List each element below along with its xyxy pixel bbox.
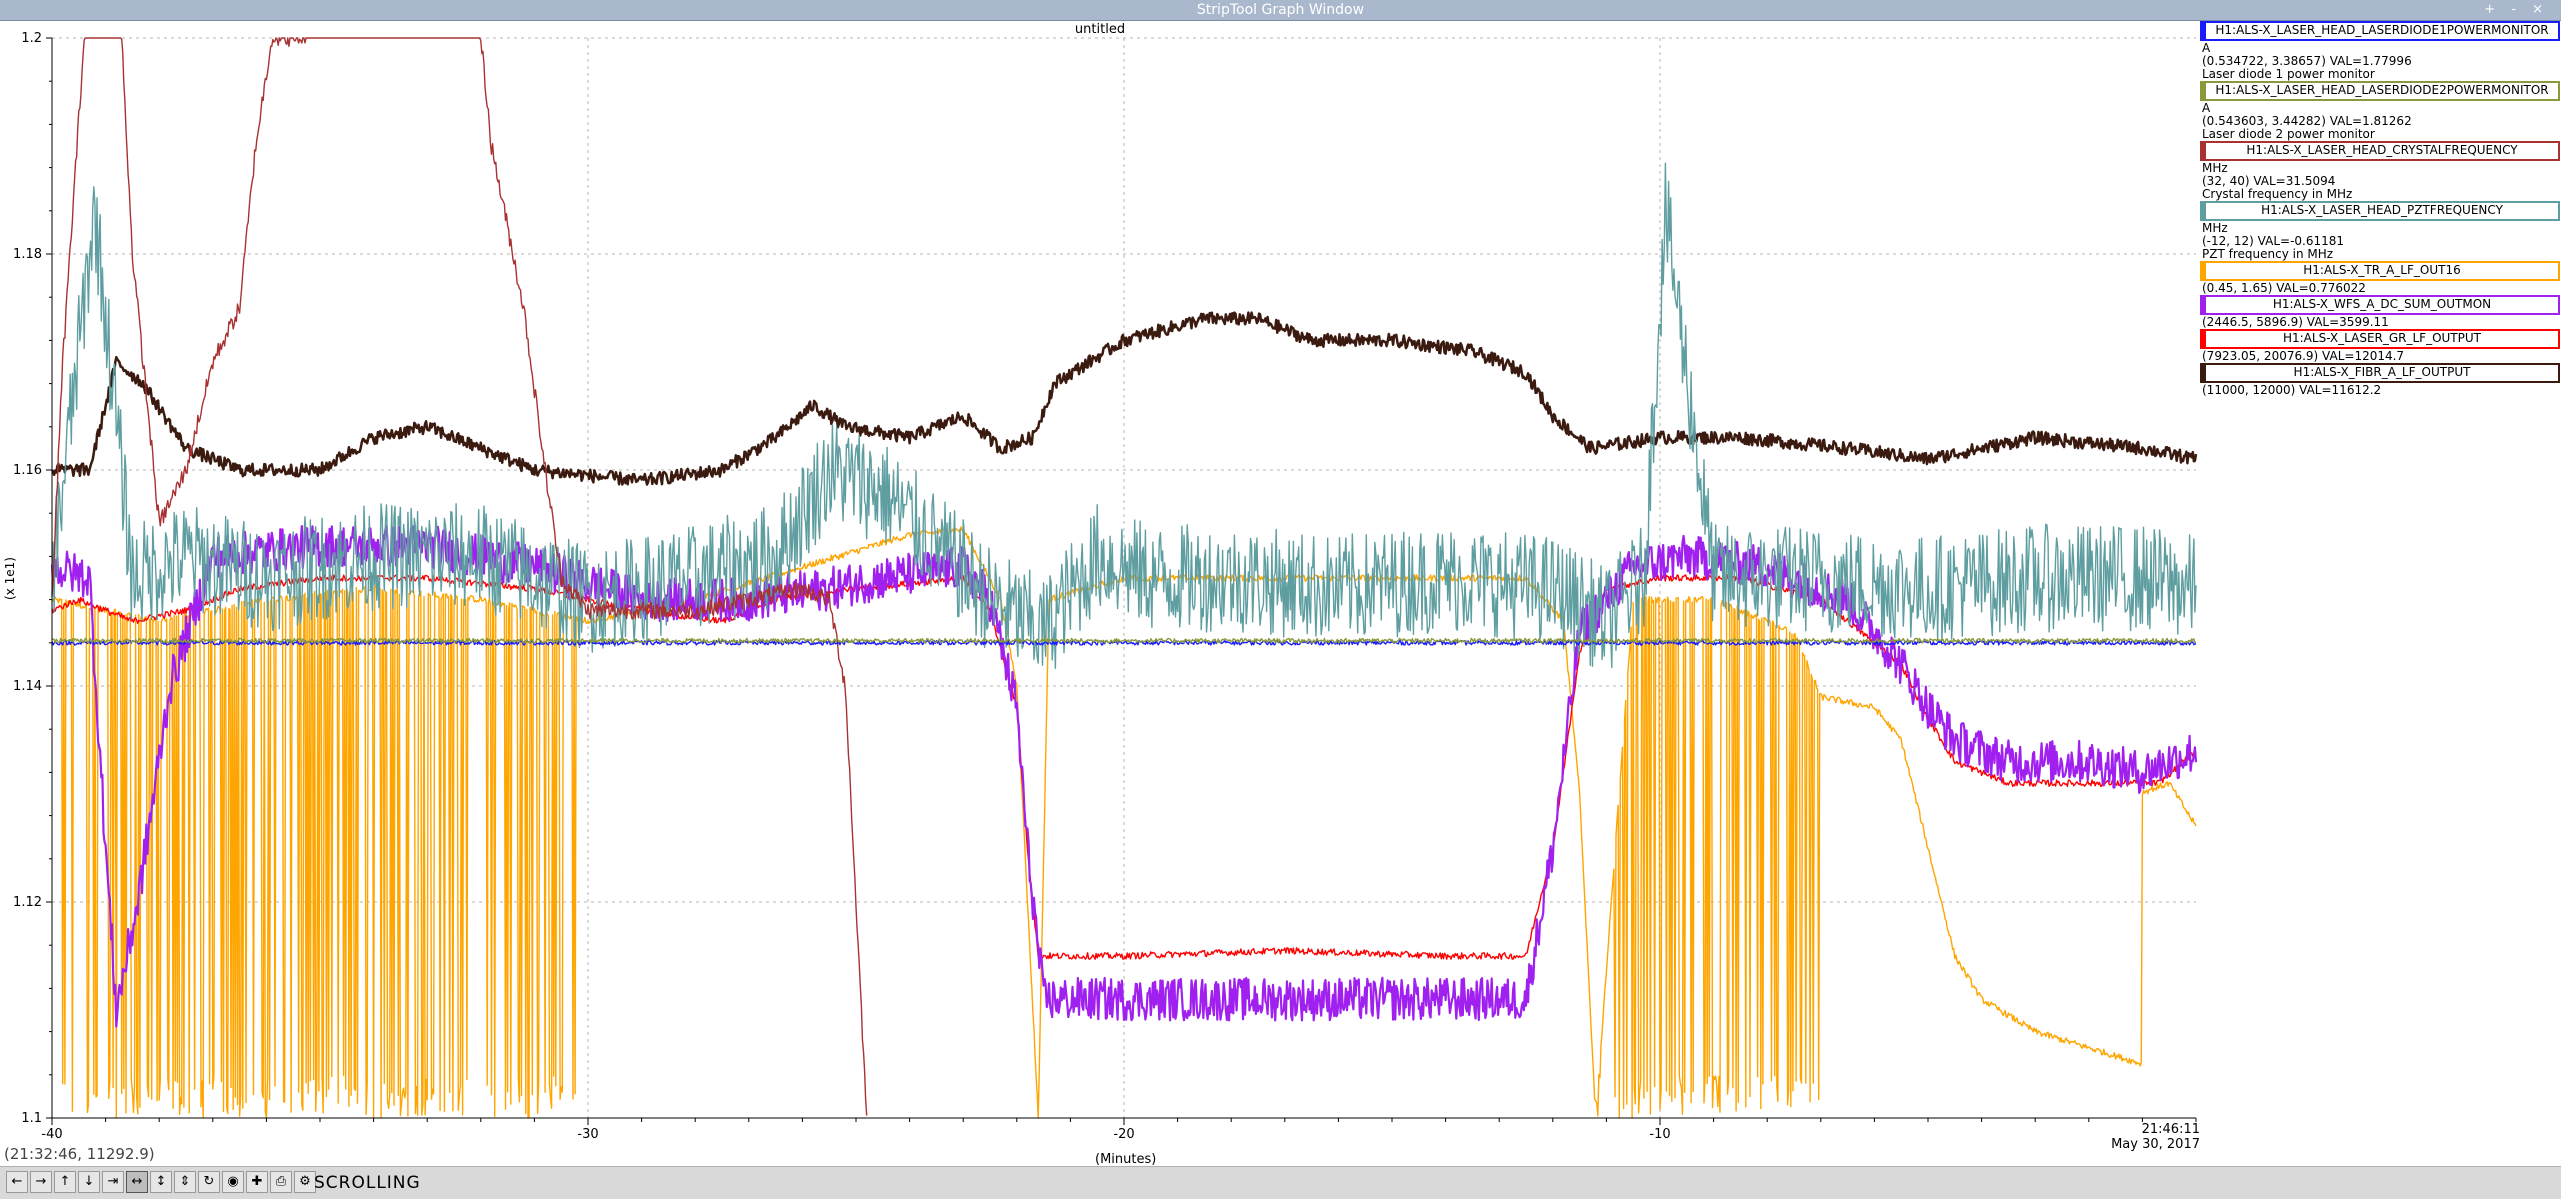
controls-button[interactable]: ⚙ <box>294 1171 316 1193</box>
x-axis-label: (Minutes) <box>1095 1152 1157 1167</box>
legend-entry-header[interactable]: H1:ALS-X_LASER_HEAD_LASERDIODE1POWERMONI… <box>2200 21 2560 41</box>
timestamp-date: May 30, 2017 <box>2111 1137 2200 1152</box>
legend-entry-detail: PZT frequency in MHz <box>2202 247 2334 261</box>
y-axis-label: (x 1e1) <box>3 557 17 600</box>
y-tick-label: 1.14 <box>13 679 42 694</box>
legend-entry-detail: (11000, 12000) VAL=11612.2 <box>2202 383 2382 397</box>
legend-entry-detail: Laser diode 2 power monitor <box>2202 127 2375 141</box>
y-tick-label: 1.1 <box>21 1111 42 1126</box>
zoom-x-in-button[interactable]: ⇥ <box>102 1171 124 1193</box>
pan-down-button[interactable]: ↓ <box>78 1171 100 1193</box>
timestamp: 21:46:11 May 30, 2017 <box>2110 1122 2200 1152</box>
x-tick-label: -20 <box>1113 1127 1134 1142</box>
legend-entry-detail: (7923.05, 20076.9) VAL=12014.7 <box>2202 349 2405 363</box>
legend-entry-detail: Crystal frequency in MHz <box>2202 187 2353 201</box>
print-button[interactable]: ⎙ <box>270 1171 292 1193</box>
legend-entry-header[interactable]: H1:ALS-X_LASER_HEAD_LASERDIODE2POWERMONI… <box>2200 81 2560 101</box>
legend-entry-header[interactable]: H1:ALS-X_LASER_HEAD_PZTFREQUENCY <box>2200 201 2560 221</box>
timestamp-time: 21:46:11 <box>2141 1122 2200 1137</box>
pan-right-button[interactable]: → <box>30 1171 52 1193</box>
window-title: StripTool Graph Window <box>1196 2 1365 18</box>
strip-chart[interactable]: 1.1 1.12 1.14 1.16 1.18 1.2 -40 -30 -20 -10 (x 1e… <box>0 20 2200 1166</box>
auto-scroll-button[interactable]: ◉ <box>222 1171 244 1193</box>
zoom-y-out-button[interactable]: ⇕ <box>174 1171 196 1193</box>
legend-entry-detail: (0.45, 1.65) VAL=0.776022 <box>2202 281 2366 295</box>
pan-up-button[interactable]: ↑ <box>54 1171 76 1193</box>
legend-entry-header[interactable]: H1:ALS-X_TR_A_LF_OUT16 <box>2200 261 2560 281</box>
legend-panel: H1:ALS-X_LASER_HEAD_LASERDIODE1POWERMONI… <box>2200 21 2560 397</box>
x-tick-label: -10 <box>1649 1127 1670 1142</box>
legend-entry-header[interactable]: H1:ALS-X_LASER_GR_LF_OUTPUT <box>2200 329 2560 349</box>
y-tick-label: 1.2 <box>21 31 42 46</box>
y-tick-label: 1.18 <box>13 247 42 262</box>
legend-entry-detail: Laser diode 1 power monitor <box>2202 67 2375 81</box>
legend-entry-header[interactable]: H1:ALS-X_LASER_HEAD_CRYSTALFREQUENCY <box>2200 141 2560 161</box>
window-titlebar: StripTool Graph Window + - × <box>0 0 2561 21</box>
legend-entry-detail: (2446.5, 5896.9) VAL=3599.11 <box>2202 315 2389 329</box>
zoom-y-in-button[interactable]: ↕ <box>150 1171 172 1193</box>
status-text: SCROLLING <box>314 1173 421 1193</box>
y-tick-label: 1.12 <box>13 895 42 910</box>
zoom-x-out-button[interactable]: ↔ <box>126 1171 148 1193</box>
pan-left-button[interactable]: ← <box>6 1171 28 1193</box>
coordinate-readout: (21:32:46, 11292.9) <box>4 1145 155 1163</box>
add-button[interactable]: ✚ <box>246 1171 268 1193</box>
refresh-button[interactable]: ↻ <box>198 1171 220 1193</box>
window-controls[interactable]: + - × <box>2484 2 2549 17</box>
toolbar: ← → ↑ ↓ ⇥ ↔ ↕ ⇕ ↻ ◉ ✚ ⎙ ⚙ SCROLLING <box>0 1166 2561 1199</box>
y-tick-label: 1.16 <box>13 463 42 478</box>
x-tick-label: -40 <box>41 1127 62 1142</box>
legend-entry-header[interactable]: H1:ALS-X_WFS_A_DC_SUM_OUTMON <box>2200 295 2560 315</box>
x-tick-label: -30 <box>577 1127 598 1142</box>
legend-entry-header[interactable]: H1:ALS-X_FIBR_A_LF_OUTPUT <box>2200 363 2560 383</box>
